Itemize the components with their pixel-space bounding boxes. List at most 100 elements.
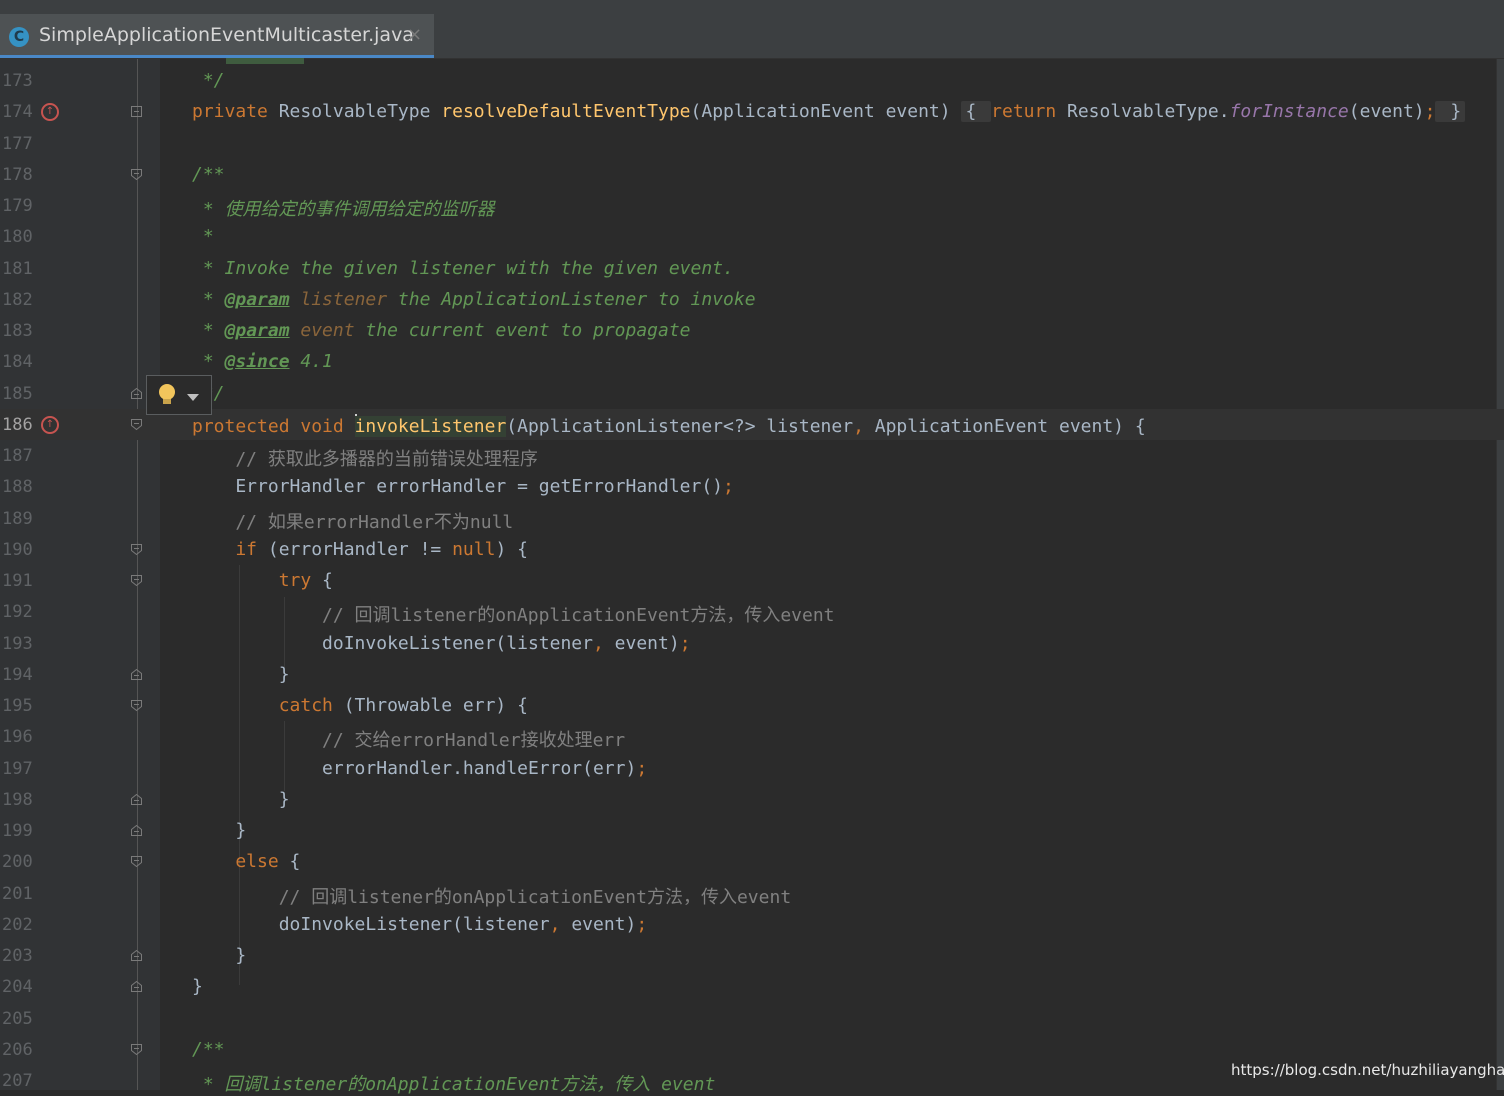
code-text[interactable]: protected void invokeListener(Applicatio…	[192, 413, 1146, 437]
code-line[interactable]: 200 else {	[0, 846, 1504, 877]
code-line[interactable]: 179 * 使用给定的事件调用给定的监听器	[0, 190, 1504, 221]
code-line[interactable]: 191 try {	[0, 565, 1504, 596]
code-text[interactable]: }	[192, 945, 246, 966]
code-token: event	[289, 320, 355, 341]
line-number: 205	[2, 1008, 33, 1029]
intention-actions-popup[interactable]	[146, 375, 212, 415]
fold-marker-icon[interactable]	[130, 699, 143, 712]
chevron-down-icon[interactable]	[187, 394, 199, 401]
code-line[interactable]: 196 // 交给errorHandler接收处理err	[0, 721, 1504, 752]
code-line[interactable]: 198 }	[0, 784, 1504, 815]
code-line[interactable]: 177	[0, 128, 1504, 159]
code-line[interactable]: 189 // 如果errorHandler不为null	[0, 503, 1504, 534]
code-text[interactable]: }	[192, 664, 290, 685]
code-token: null	[452, 538, 496, 560]
code-text[interactable]: doInvokeListener(listener, event);	[192, 633, 691, 654]
code-line[interactable]: 178 /**	[0, 159, 1504, 190]
code-line[interactable]: 192 // 回调listener的onApplicationEvent方法，传…	[0, 596, 1504, 627]
code-text[interactable]: // 获取此多播器的当前错误处理程序	[192, 445, 538, 471]
code-line[interactable]: 195 catch (Throwable err) {	[0, 690, 1504, 721]
code-token: ;	[679, 632, 691, 654]
code-line[interactable]: 190 if (errorHandler != null) {	[0, 534, 1504, 565]
code-text[interactable]: */	[192, 70, 225, 91]
code-token: ;	[636, 913, 648, 935]
code-token: if	[192, 538, 268, 560]
code-line[interactable]: 184 * @since 4.1	[0, 346, 1504, 377]
code-line[interactable]: 185 */	[0, 378, 1504, 409]
code-text[interactable]: /**	[192, 1039, 225, 1060]
fold-marker-icon[interactable]	[130, 824, 143, 837]
line-number: 200	[2, 852, 33, 873]
code-text[interactable]: // 如果errorHandler不为null	[192, 508, 513, 534]
fold-marker-icon[interactable]	[130, 387, 143, 400]
fold-marker-icon[interactable]	[130, 418, 143, 431]
code-line[interactable]: 183 * @param event the current event to …	[0, 315, 1504, 346]
code-token: */	[192, 70, 225, 91]
fold-marker-icon[interactable]	[130, 793, 143, 806]
change-marker	[226, 58, 304, 64]
override-method-icon[interactable]: ↑	[41, 415, 59, 434]
code-line[interactable]: 204}	[0, 971, 1504, 1002]
fold-marker-icon[interactable]	[130, 574, 143, 587]
code-line[interactable]: 201 // 回调listener的onApplicationEvent方法，传…	[0, 878, 1504, 909]
line-number: 189	[2, 508, 33, 529]
code-line[interactable]: 205	[0, 1003, 1504, 1034]
code-line[interactable]: 174 ↑ private ResolvableType resolveDefaul…	[0, 96, 1504, 127]
code-text[interactable]: * @since 4.1	[192, 351, 333, 372]
code-text[interactable]: // 交给errorHandler接收处理err	[192, 726, 625, 752]
fold-marker-icon[interactable]	[130, 168, 143, 181]
code-text[interactable]: *	[192, 226, 214, 247]
code-text[interactable]: else {	[192, 851, 300, 872]
code-text[interactable]: * @param event the current event to prop…	[192, 320, 691, 341]
code-text[interactable]: /**	[192, 164, 225, 185]
breadcrumb	[0, 0, 1504, 14]
code-line[interactable]: 197 errorHandler.handleError(err);	[0, 753, 1504, 784]
close-icon[interactable]: ×	[407, 24, 422, 45]
code-text[interactable]: doInvokeListener(listener, event);	[192, 913, 648, 935]
code-text[interactable]: }	[192, 976, 203, 997]
line-number: 183	[2, 321, 33, 341]
fold-marker-icon[interactable]	[130, 105, 143, 118]
code-line[interactable]: 180 *	[0, 221, 1504, 252]
code-text[interactable]: private ResolvableType resolveDefaultEve…	[192, 101, 1466, 123]
code-text[interactable]: }	[192, 820, 246, 841]
code-line[interactable]: 199 }	[0, 815, 1504, 846]
tab-simple-application-event-multicaster[interactable]: C SimpleApplicationEventMulticaster.java…	[0, 14, 434, 58]
code-line[interactable]: 173 */	[0, 65, 1504, 96]
code-text[interactable]: }	[192, 789, 290, 810]
code-line[interactable]: 181 * Invoke the given listener with the…	[0, 253, 1504, 284]
code-text[interactable]: * 回调listener的onApplicationEvent方法，传入 eve…	[192, 1070, 715, 1096]
code-text[interactable]: ErrorHandler errorHandler = getErrorHand…	[192, 476, 734, 497]
code-line[interactable]: 193 doInvokeListener(listener, event);	[0, 628, 1504, 659]
fold-marker-icon[interactable]	[130, 668, 143, 681]
fold-marker-icon[interactable]	[130, 949, 143, 962]
code-token: (ApplicationEvent event)	[690, 101, 962, 123]
code-line[interactable]: 203 }	[0, 940, 1504, 971]
code-text[interactable]: if (errorHandler != null) {	[192, 539, 528, 560]
code-line[interactable]: 194 }	[0, 659, 1504, 690]
fold-marker-icon[interactable]	[130, 855, 143, 868]
lightbulb-icon[interactable]	[159, 384, 175, 400]
fold-marker-icon[interactable]	[130, 1043, 143, 1056]
fold-marker-icon[interactable]	[130, 980, 143, 993]
code-line[interactable]: 202 doInvokeListener(listener, event);	[0, 909, 1504, 940]
code-text[interactable]: // 回调listener的onApplicationEvent方法，传入eve…	[192, 883, 791, 909]
fold-marker-icon[interactable]	[130, 543, 143, 556]
code-text[interactable]: * 使用给定的事件调用给定的监听器	[192, 195, 495, 221]
code-token: ResolvableType	[278, 101, 442, 123]
line-number: 179	[2, 196, 33, 216]
code-line[interactable]: 186 ↑ protected void invokeListener(Applic…	[0, 408, 1504, 440]
code-text[interactable]: * @param listener the ApplicationListene…	[192, 289, 756, 310]
code-line[interactable]: 182 * @param listener the ApplicationLis…	[0, 284, 1504, 315]
code-text[interactable]: * Invoke the given listener with the giv…	[192, 258, 734, 279]
code-line[interactable]: 187 // 获取此多播器的当前错误处理程序	[0, 440, 1504, 471]
editor-tab-bar: C SimpleApplicationEventMulticaster.java…	[0, 14, 1504, 59]
code-text[interactable]: // 回调listener的onApplicationEvent方法，传入eve…	[192, 601, 834, 627]
override-method-icon[interactable]: ↑	[41, 103, 59, 122]
code-text[interactable]: errorHandler.handleError(err);	[192, 758, 647, 779]
code-token: * 使用给定的事件调用给定的监听器	[192, 199, 495, 220]
code-text[interactable]: try {	[192, 570, 333, 591]
code-line[interactable]: 188 ErrorHandler errorHandler = getError…	[0, 471, 1504, 502]
code-text[interactable]: catch (Throwable err) {	[192, 695, 528, 716]
code-token: else	[192, 851, 290, 873]
